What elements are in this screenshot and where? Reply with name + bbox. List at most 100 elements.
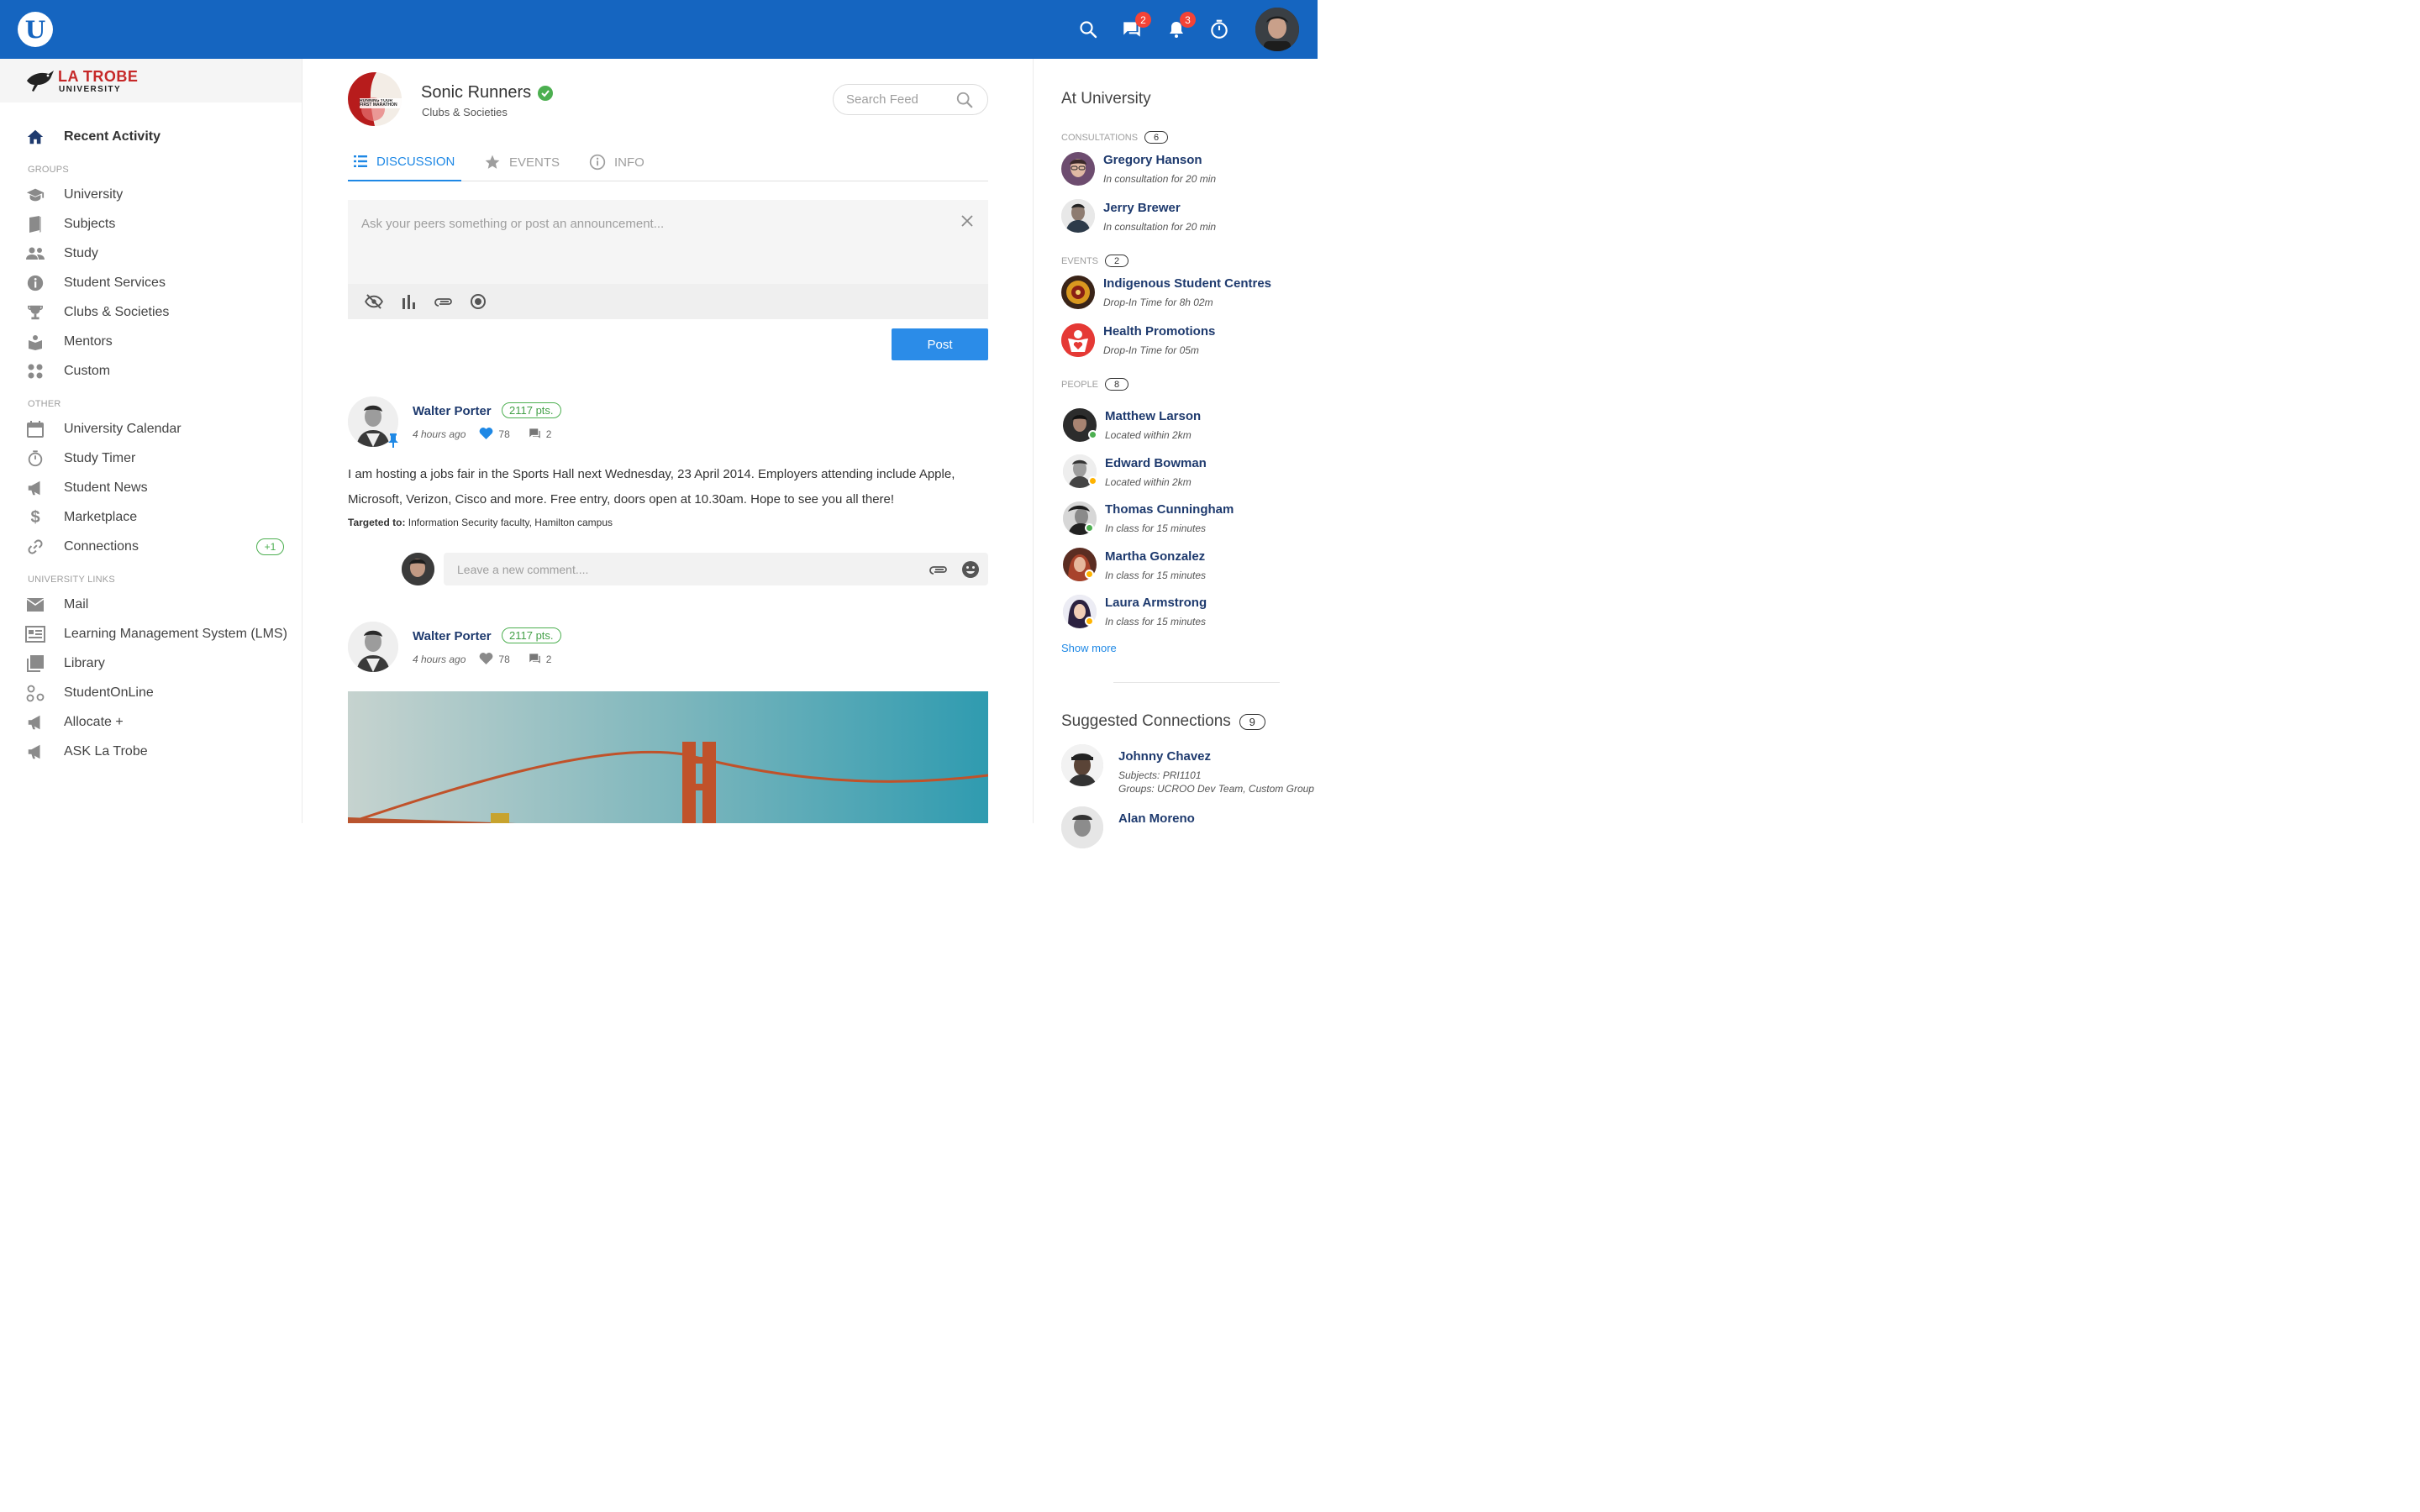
group-avatar[interactable]: RUNNING YOUR FIRST MARATHON bbox=[348, 72, 402, 126]
post-author-name[interactable]: Walter Porter bbox=[413, 629, 492, 643]
consultant-status: In consultation for 20 min bbox=[1103, 173, 1217, 185]
comment-icon[interactable] bbox=[529, 653, 541, 667]
emoji-icon[interactable] bbox=[961, 560, 980, 583]
record-icon[interactable] bbox=[468, 291, 488, 312]
heart-icon[interactable] bbox=[479, 427, 493, 442]
stopwatch-icon bbox=[25, 449, 45, 469]
top-bar: U 2 3 bbox=[0, 0, 1318, 59]
tab-discussion[interactable]: DISCUSSION bbox=[348, 143, 461, 181]
post-button[interactable]: Post bbox=[892, 328, 988, 360]
nav-clubs-societies[interactable]: Clubs & Societies bbox=[0, 299, 302, 326]
nav-label: Connections bbox=[64, 539, 139, 554]
nav-subjects[interactable]: Subjects bbox=[0, 211, 302, 238]
search-icon[interactable] bbox=[955, 91, 974, 109]
divider bbox=[1113, 682, 1280, 683]
nav-university[interactable]: University bbox=[0, 181, 302, 208]
timer-icon[interactable] bbox=[1207, 17, 1232, 42]
event-avatar[interactable] bbox=[1061, 276, 1095, 309]
suggested-name[interactable]: Alan Moreno bbox=[1118, 811, 1195, 826]
person-status: In class for 15 minutes bbox=[1105, 522, 1207, 534]
star-icon bbox=[485, 155, 500, 169]
events-header: EVENTS 2 bbox=[1061, 255, 1129, 267]
nav-connections[interactable]: Connections +1 bbox=[0, 533, 302, 560]
search-icon[interactable] bbox=[1076, 17, 1101, 42]
suggested-avatar[interactable] bbox=[1061, 744, 1103, 786]
bell-badge: 3 bbox=[1180, 12, 1196, 28]
pinned-icon bbox=[387, 433, 399, 452]
nav-mail[interactable]: Mail bbox=[0, 591, 302, 618]
person-name[interactable]: Matthew Larson bbox=[1105, 409, 1201, 423]
tab-events[interactable]: EVENTS bbox=[484, 143, 560, 181]
nav-recent-activity[interactable]: Recent Activity bbox=[0, 123, 302, 150]
suggested-avatar[interactable] bbox=[1061, 806, 1103, 848]
university-brand[interactable]: LA TROBE UNIVERSITY bbox=[0, 59, 302, 102]
visibility-off-icon[interactable] bbox=[364, 291, 384, 312]
post-author-name[interactable]: Walter Porter bbox=[413, 404, 492, 418]
post-meta: 4 hours ago 78 2 bbox=[413, 427, 570, 442]
person-avatar[interactable] bbox=[1061, 199, 1095, 233]
nav-custom[interactable]: Custom bbox=[0, 358, 302, 385]
post-author-avatar[interactable] bbox=[348, 622, 398, 672]
comment-input[interactable] bbox=[457, 560, 911, 579]
suggested-name[interactable]: Johnny Chavez bbox=[1118, 749, 1211, 764]
graduation-cap-icon bbox=[25, 185, 45, 205]
post-photo[interactable] bbox=[348, 691, 988, 823]
events-label: EVENTS bbox=[1061, 255, 1099, 266]
nav-ask-la-trobe[interactable]: ASK La Trobe bbox=[0, 738, 302, 765]
nav-student-news[interactable]: Student News bbox=[0, 475, 302, 501]
library-icon bbox=[25, 654, 45, 674]
people-count: 8 bbox=[1105, 378, 1129, 391]
consultations-label: CONSULTATIONS bbox=[1061, 132, 1139, 143]
group-tabs: DISCUSSION EVENTS INFO bbox=[348, 143, 988, 181]
person-name[interactable]: Laura Armstrong bbox=[1105, 596, 1207, 610]
tab-info[interactable]: INFO bbox=[589, 143, 644, 181]
person-name[interactable]: Edward Bowman bbox=[1105, 456, 1207, 470]
consultant-name[interactable]: Jerry Brewer bbox=[1103, 201, 1181, 215]
megaphone-icon bbox=[25, 742, 45, 762]
nav-library[interactable]: Library bbox=[0, 650, 302, 677]
attachment-icon[interactable] bbox=[434, 291, 454, 312]
nav-university-calendar[interactable]: University Calendar bbox=[0, 416, 302, 443]
attachment-icon[interactable] bbox=[929, 564, 948, 579]
mentor-icon bbox=[25, 332, 45, 352]
event-name[interactable]: Health Promotions bbox=[1103, 324, 1215, 339]
close-icon[interactable] bbox=[958, 212, 976, 230]
tab-label: DISCUSSION bbox=[376, 154, 455, 169]
links-header: UNIVERSITY LINKS bbox=[28, 575, 115, 585]
nav-marketplace[interactable]: $ Marketplace bbox=[0, 504, 302, 531]
dollar-icon: $ bbox=[30, 507, 40, 527]
nav-allocate[interactable]: Allocate + bbox=[0, 709, 302, 736]
nav-label: Recent Activity bbox=[64, 129, 160, 144]
nav-label: Clubs & Societies bbox=[64, 305, 170, 319]
person-name[interactable]: Thomas Cunningham bbox=[1105, 502, 1234, 517]
nav-studentonline[interactable]: StudentOnLine bbox=[0, 680, 302, 706]
nav-lms[interactable]: Learning Management System (LMS) bbox=[0, 621, 302, 648]
poll-icon[interactable] bbox=[399, 291, 419, 312]
list-icon bbox=[354, 155, 367, 167]
composer-input[interactable] bbox=[361, 213, 950, 234]
bell-icon[interactable]: 3 bbox=[1164, 12, 1196, 42]
user-avatar[interactable] bbox=[1255, 8, 1299, 51]
nav-mentors[interactable]: Mentors bbox=[0, 328, 302, 355]
nav-label: Learning Management System (LMS) bbox=[64, 627, 287, 641]
consultations-header: CONSULTATIONS 6 bbox=[1061, 131, 1169, 144]
person-name[interactable]: Martha Gonzalez bbox=[1105, 549, 1205, 564]
brand-name: LA TROBE bbox=[58, 68, 139, 85]
person-status: In class for 15 minutes bbox=[1105, 570, 1207, 581]
person-avatar[interactable] bbox=[1061, 152, 1095, 186]
suggested-title: Suggested Connections bbox=[1061, 712, 1231, 730]
health-promotions-logo[interactable] bbox=[1061, 323, 1095, 357]
event-name[interactable]: Indigenous Student Centres bbox=[1103, 276, 1271, 291]
show-more-link[interactable]: Show more bbox=[1061, 642, 1117, 654]
nav-study-timer[interactable]: Study Timer bbox=[0, 445, 302, 472]
nav-study[interactable]: Study bbox=[0, 240, 302, 267]
other-header: OTHER bbox=[28, 399, 61, 409]
tab-label: INFO bbox=[614, 155, 644, 170]
consultant-name[interactable]: Gregory Hanson bbox=[1103, 153, 1202, 167]
nav-student-services[interactable]: Student Services bbox=[0, 270, 302, 297]
people-label: PEOPLE bbox=[1061, 379, 1099, 390]
heart-icon[interactable] bbox=[479, 652, 493, 667]
comment-icon[interactable] bbox=[529, 428, 541, 442]
app-logo[interactable]: U bbox=[18, 12, 53, 47]
chat-icon[interactable]: 2 bbox=[1119, 12, 1151, 42]
